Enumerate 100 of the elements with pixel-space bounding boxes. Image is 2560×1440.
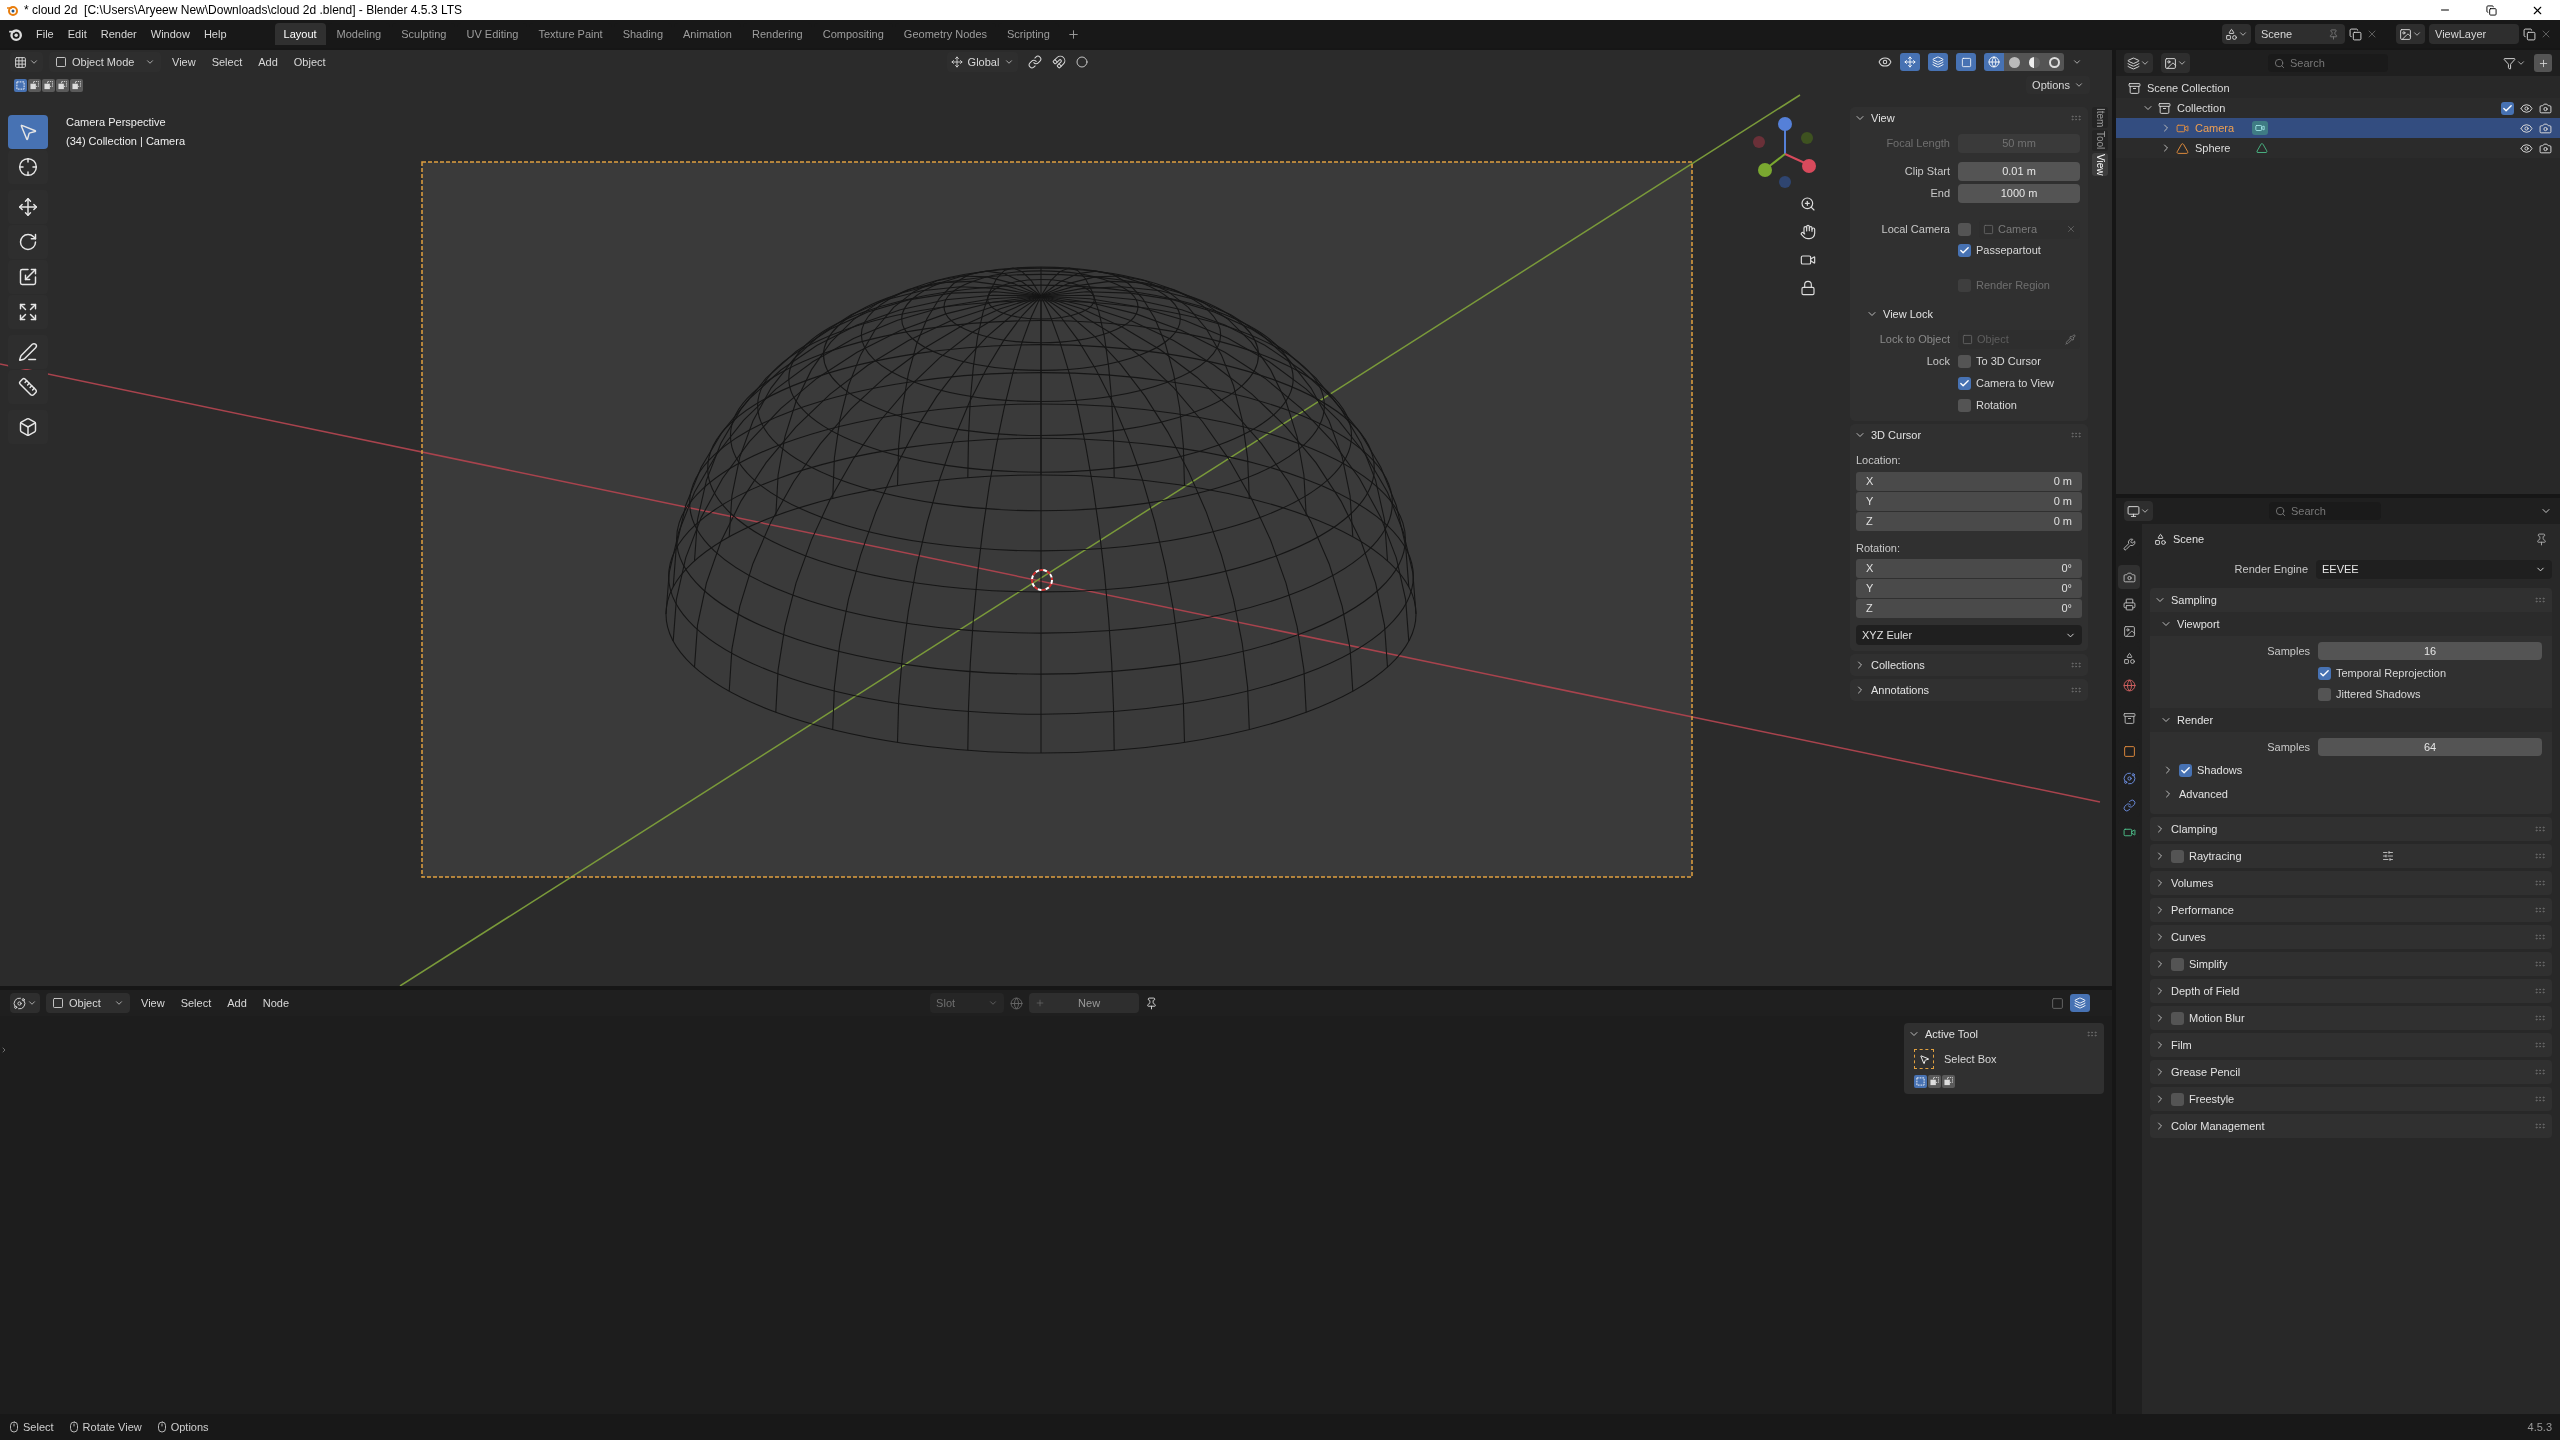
drag-handle-icon[interactable] xyxy=(2534,1066,2546,1078)
new-material-button[interactable]: New xyxy=(1029,993,1140,1013)
menu-item[interactable]: Edit xyxy=(61,25,93,43)
number-field[interactable]: 16 xyxy=(2318,642,2542,660)
panel-header[interactable]: Sampling xyxy=(2150,588,2552,612)
new-collection-button[interactable] xyxy=(2534,54,2552,72)
panel-header[interactable]: Annotations xyxy=(1850,679,2088,701)
editor-type-button[interactable] xyxy=(10,993,40,1013)
checkbox[interactable] xyxy=(2171,1011,2184,1025)
drag-handle-icon[interactable] xyxy=(2070,429,2082,441)
shading-button[interactable] xyxy=(2044,53,2064,71)
rotation-mode-dropdown[interactable]: XYZ Euler xyxy=(1856,625,2082,645)
eye-icon[interactable] xyxy=(2520,121,2533,135)
drag-handle-icon[interactable] xyxy=(2534,594,2546,606)
menu-item[interactable]: Select xyxy=(206,53,248,71)
drag-handle-icon[interactable] xyxy=(2534,1093,2546,1105)
menu-item[interactable]: Select xyxy=(175,994,217,1012)
caret-icon[interactable] xyxy=(2072,57,2082,67)
drag-handle-icon[interactable] xyxy=(2086,1028,2098,1040)
drag-handle-icon[interactable] xyxy=(2534,985,2546,997)
search-field[interactable]: Search xyxy=(2268,54,2388,72)
checkbox[interactable] xyxy=(1958,355,1971,368)
checkbox[interactable] xyxy=(1958,244,1971,257)
camera-icon[interactable] xyxy=(2539,101,2552,115)
panel-header[interactable]: 3D Cursor xyxy=(1850,424,2088,446)
menu-item[interactable]: Render xyxy=(94,25,143,43)
camera-data-icon[interactable] xyxy=(2252,121,2269,135)
number-field[interactable]: Y 0 m xyxy=(1856,491,2082,511)
sidebar-tab[interactable]: Item xyxy=(2092,107,2108,129)
panel-header[interactable]: Freestyle xyxy=(2150,1087,2552,1111)
panel-header[interactable]: Raytracing xyxy=(2150,844,2552,868)
checkbox[interactable] xyxy=(2171,849,2184,863)
pin-icon[interactable] xyxy=(2535,532,2548,546)
lock-icon[interactable] xyxy=(1800,280,1816,296)
panel-header[interactable]: Clamping xyxy=(2150,817,2552,841)
number-field[interactable]: 64 xyxy=(2318,738,2542,756)
checkbox[interactable] xyxy=(2318,688,2331,701)
panel-header[interactable]: Simplify xyxy=(2150,952,2552,976)
menu-item[interactable]: File xyxy=(30,25,60,43)
display-mode-button[interactable] xyxy=(2161,53,2190,73)
selection-mode-button[interactable] xyxy=(1928,1075,1941,1088)
scene-type-button[interactable] xyxy=(2222,24,2251,44)
sidebar-tab[interactable]: View xyxy=(2092,152,2108,177)
drag-handle-icon[interactable] xyxy=(2534,823,2546,835)
checkbox[interactable] xyxy=(2318,667,2331,680)
properties-tab[interactable] xyxy=(2118,565,2140,589)
view-layer-field[interactable]: ViewLayer xyxy=(2429,24,2519,44)
panel-header[interactable]: Viewport xyxy=(2150,612,2552,636)
panel-header[interactable]: Film xyxy=(2150,1033,2552,1057)
clear-icon[interactable] xyxy=(2066,224,2076,234)
eye-icon[interactable] xyxy=(2520,101,2533,115)
menu-item[interactable]: View xyxy=(167,53,201,71)
video-camera-icon[interactable] xyxy=(1800,252,1816,268)
hand-icon[interactable] xyxy=(1800,224,1816,240)
duplicate-icon[interactable] xyxy=(2349,27,2362,41)
drag-handle-icon[interactable] xyxy=(2070,112,2082,124)
overlay-toggle[interactable] xyxy=(1928,53,1948,71)
sliders-icon[interactable] xyxy=(2381,850,2394,862)
checkbox[interactable] xyxy=(1958,399,1971,412)
camera-icon[interactable] xyxy=(2539,121,2552,135)
menu-item[interactable]: Add xyxy=(222,994,252,1012)
panel-header[interactable]: View xyxy=(1850,107,2088,129)
editor-type-button[interactable] xyxy=(2124,501,2153,521)
close-icon[interactable] xyxy=(2366,28,2378,40)
eyedropper-icon[interactable] xyxy=(2065,333,2076,345)
outliner-row[interactable]: Camera xyxy=(2116,118,2560,138)
menu-item[interactable]: Help xyxy=(197,25,233,43)
checkbox[interactable] xyxy=(2171,1092,2184,1106)
editor-type-button[interactable] xyxy=(2124,53,2153,73)
eye-icon[interactable] xyxy=(2520,141,2533,155)
panel-header[interactable]: Color Management xyxy=(2150,1114,2552,1138)
shading-button[interactable] xyxy=(1984,53,2004,71)
menu-item[interactable]: Add xyxy=(253,53,283,71)
object-type-dropdown[interactable]: Object xyxy=(46,993,130,1013)
search-field[interactable]: Search xyxy=(2269,502,2381,520)
menu-item[interactable]: Window xyxy=(144,25,196,43)
drag-handle-icon[interactable] xyxy=(2534,1120,2546,1132)
camera-icon[interactable] xyxy=(2539,141,2552,155)
add-workspace-icon[interactable] xyxy=(1066,27,1080,41)
number-field[interactable]: X 0° xyxy=(1856,559,2082,578)
shading-button[interactable] xyxy=(2004,53,2024,71)
xray-toggle[interactable] xyxy=(1956,53,1976,71)
checkbox[interactable] xyxy=(2171,957,2184,971)
drag-handle-icon[interactable] xyxy=(2070,684,2082,696)
expand-icon[interactable] xyxy=(0,1046,8,1054)
panel-header[interactable]: Advanced xyxy=(2150,782,2552,806)
number-field[interactable]: Z 0° xyxy=(1856,599,2082,618)
magnet-icon[interactable] xyxy=(1052,55,1067,69)
panel-header[interactable]: Collections xyxy=(1850,654,2088,676)
render-engine-dropdown[interactable]: EEVEE xyxy=(2316,559,2552,579)
filter-button[interactable] xyxy=(2503,56,2526,70)
drag-handle-icon[interactable] xyxy=(2534,958,2546,970)
3d-cursor-icon[interactable] xyxy=(1031,569,1053,591)
menu-item[interactable]: Object xyxy=(288,53,331,71)
drag-handle-icon[interactable] xyxy=(2534,1039,2546,1051)
drag-handle-icon[interactable] xyxy=(2534,904,2546,916)
panel-header[interactable]: Grease Pencil xyxy=(2150,1060,2552,1084)
overlay-toggle[interactable] xyxy=(2070,994,2090,1012)
gizmo-toggle[interactable] xyxy=(1900,53,1920,71)
duplicate-icon[interactable] xyxy=(2523,27,2536,41)
